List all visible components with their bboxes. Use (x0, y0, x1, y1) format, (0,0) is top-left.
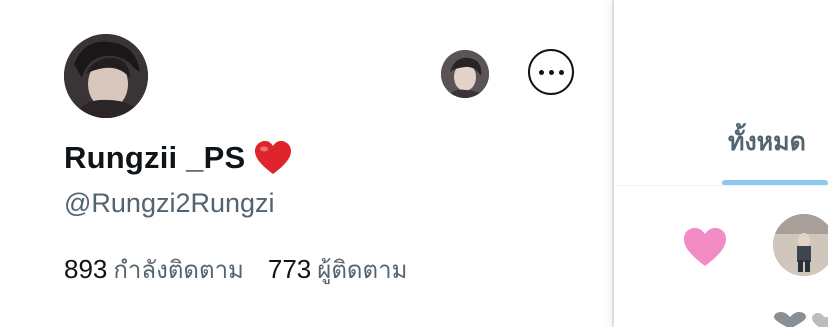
tab-divider (614, 185, 828, 186)
reactor-avatar[interactable] (773, 214, 828, 276)
more-dot-icon (538, 69, 544, 75)
avatar-photo (64, 34, 148, 118)
followers-count[interactable]: 773 (268, 254, 311, 285)
pink-heart-icon[interactable] (682, 226, 728, 268)
more-dot-icon (558, 69, 564, 75)
profile-avatar[interactable] (64, 34, 148, 118)
display-name-row: Rungzii _PS (64, 138, 293, 178)
following-label[interactable]: กำลังติดตาม (113, 250, 244, 289)
more-options-button[interactable] (528, 49, 574, 95)
small-avatar-photo (441, 50, 489, 98)
profile-handle: @Rungzi2Rungzi (64, 188, 275, 218)
tab-all[interactable]: ทั้งหมด (728, 122, 806, 162)
reactions-panel (614, 0, 828, 327)
follow-stats: 893 กำลังติดตาม 773 ผู้ติดตาม (64, 252, 407, 286)
followers-label[interactable]: ผู้ติดตาม (317, 250, 407, 289)
reactor-avatar-photo (773, 214, 828, 276)
more-dot-icon (548, 69, 554, 75)
red-heart-icon (255, 141, 292, 174)
profile-panel: Rungzii _PS @Rungzi2Rungzi 893 กำลังติดต… (0, 0, 612, 327)
following-count[interactable]: 893 (64, 254, 107, 285)
grey-heart-icon (774, 312, 828, 327)
small-avatar[interactable] (441, 50, 489, 98)
display-name: Rungzii _PS (64, 140, 246, 175)
